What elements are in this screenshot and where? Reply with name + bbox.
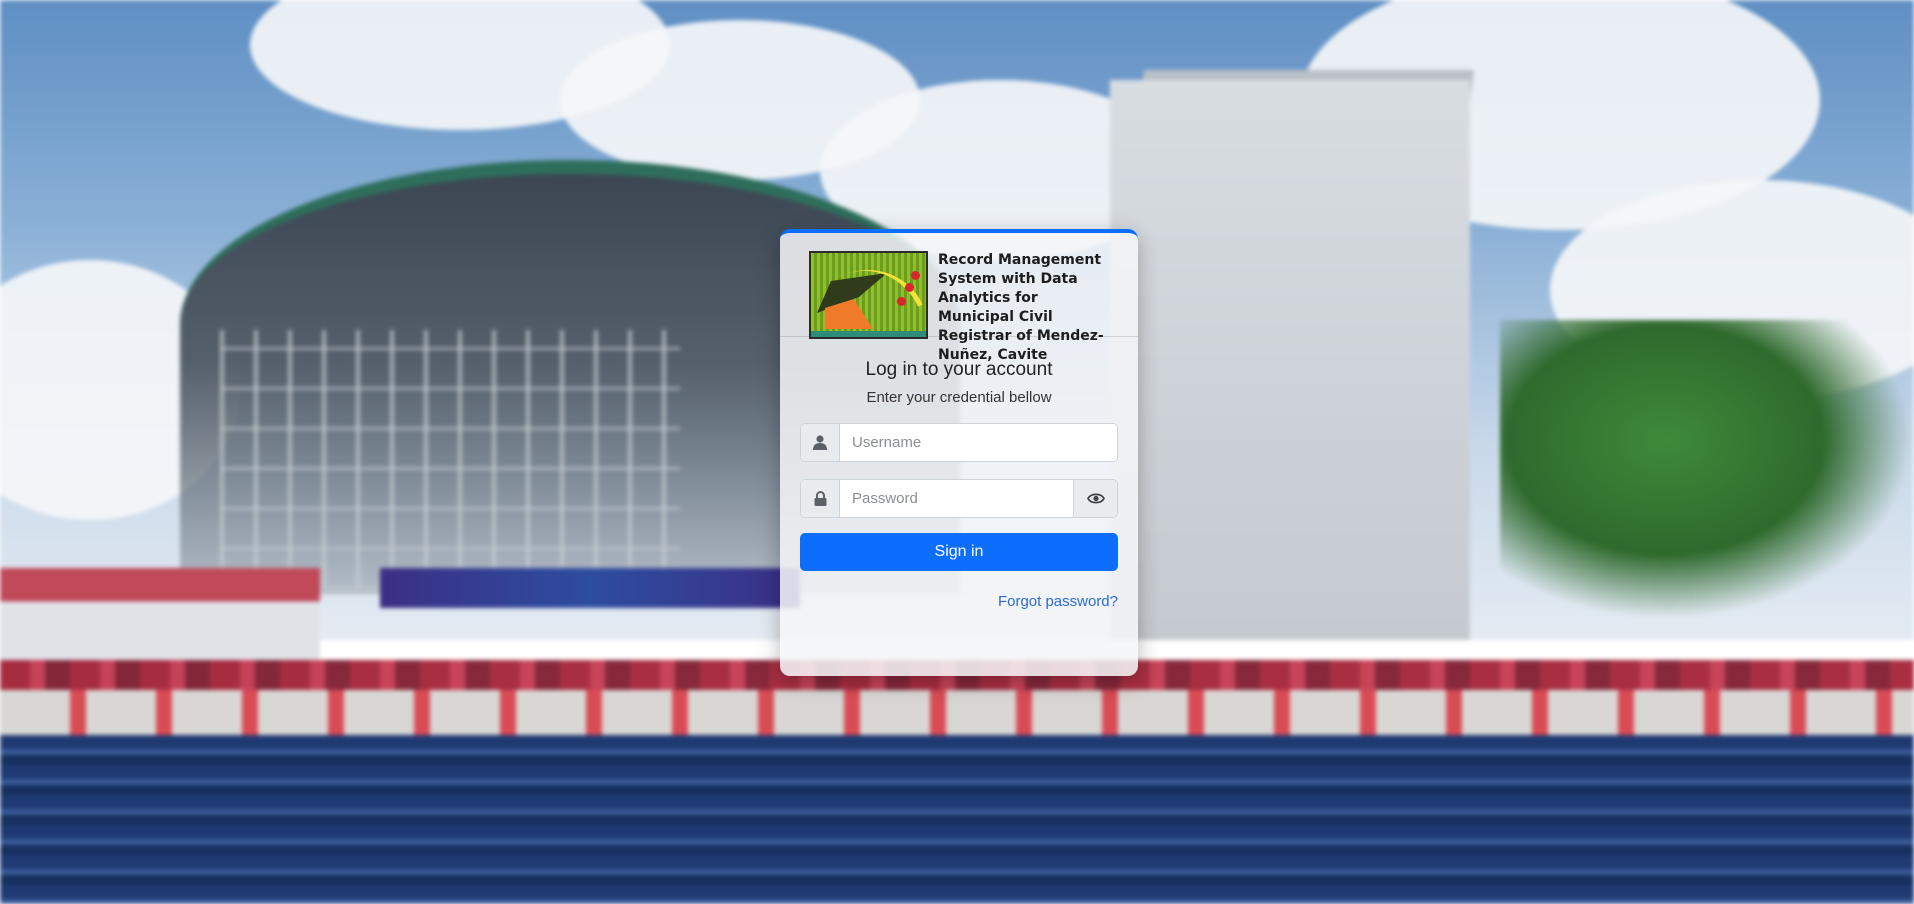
user-icon bbox=[801, 424, 840, 461]
eye-icon[interactable] bbox=[1073, 480, 1117, 517]
login-card: Record Management System with Data Analy… bbox=[780, 229, 1138, 676]
sign-in-button[interactable]: Sign in bbox=[800, 533, 1118, 571]
municipal-logo bbox=[809, 251, 928, 339]
password-input[interactable] bbox=[840, 480, 1073, 517]
forgot-password-link[interactable]: Forgot password? bbox=[800, 593, 1118, 610]
username-field-group bbox=[800, 423, 1118, 462]
login-subheading: Enter your credential bellow bbox=[866, 389, 1052, 406]
lock-icon bbox=[801, 480, 840, 517]
app-title: Record Management System with Data Analy… bbox=[938, 252, 1104, 363]
login-form: Log in to your account Enter your creden… bbox=[780, 337, 1138, 610]
password-field-group bbox=[800, 479, 1118, 518]
username-input[interactable] bbox=[840, 424, 1117, 461]
card-header: Record Management System with Data Analy… bbox=[780, 233, 1138, 363]
